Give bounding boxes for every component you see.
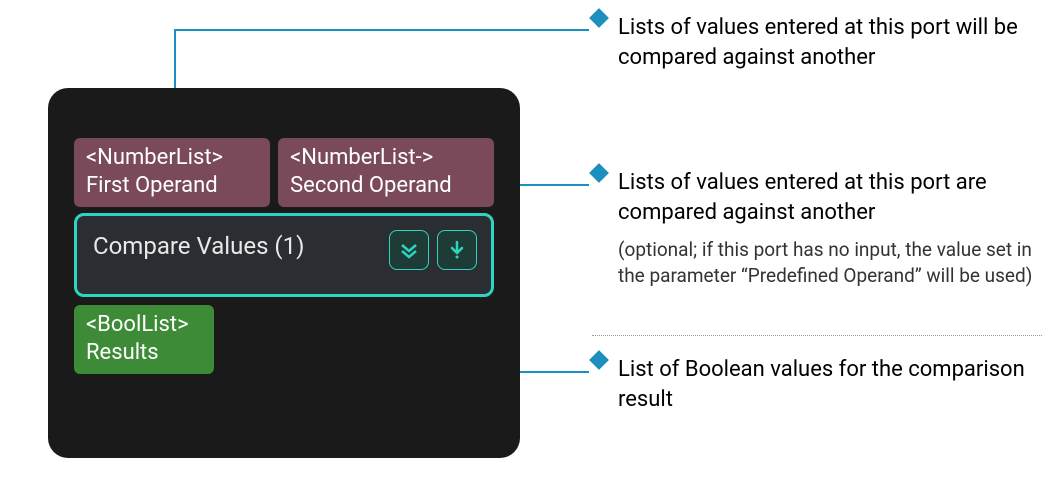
- annotation-2: Lists of values entered at this port are…: [592, 168, 1042, 289]
- diamond-icon: [589, 350, 609, 370]
- node-panel: <NumberList> First Operand <NumberList->…: [48, 88, 520, 458]
- annotation-text: Lists of values entered at this port wil…: [618, 13, 1032, 72]
- divider: [592, 335, 1042, 336]
- input-port-first-operand[interactable]: <NumberList> First Operand: [74, 138, 270, 207]
- expand-icon[interactable]: [389, 230, 429, 270]
- node-body[interactable]: Compare Values (1): [74, 213, 494, 297]
- port-label: Second Operand: [290, 172, 482, 200]
- port-type: <NumberList>: [86, 144, 258, 172]
- annotation-1: Lists of values entered at this port wil…: [592, 13, 1032, 72]
- diamond-icon: [589, 163, 609, 183]
- annotation-text: List of Boolean values for the compariso…: [618, 355, 1032, 414]
- port-type: <BoolList>: [86, 311, 202, 339]
- annotation-3: List of Boolean values for the compariso…: [592, 355, 1032, 414]
- input-port-second-operand[interactable]: <NumberList-> Second Operand: [278, 138, 494, 207]
- output-port-results[interactable]: <BoolList> Results: [74, 305, 214, 374]
- diamond-icon: [589, 8, 609, 28]
- node-icons: [389, 230, 477, 270]
- download-icon[interactable]: [437, 230, 477, 270]
- node-title: Compare Values (1): [93, 230, 389, 260]
- port-label: Results: [86, 339, 202, 367]
- input-ports-row: <NumberList> First Operand <NumberList->…: [74, 138, 494, 207]
- annotation-text: Lists of values entered at this port are…: [618, 170, 987, 225]
- port-type: <NumberList->: [290, 144, 482, 172]
- annotation-note: (optional; if this port has no input, th…: [592, 237, 1042, 288]
- port-label: First Operand: [86, 172, 258, 200]
